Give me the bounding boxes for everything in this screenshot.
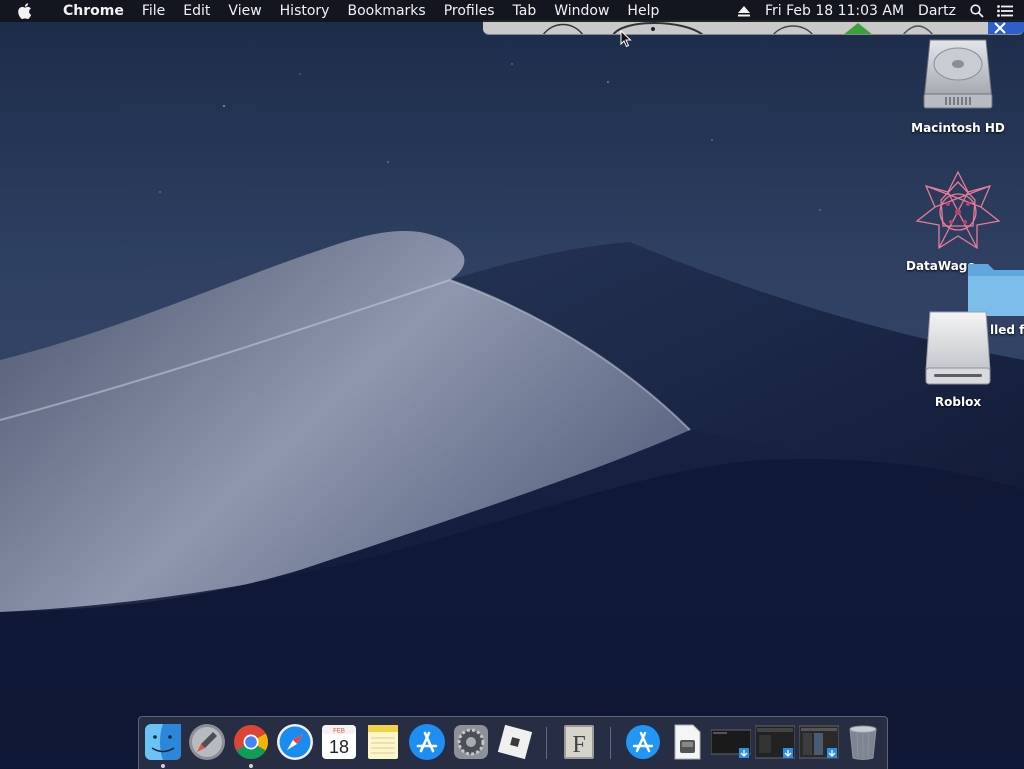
system-preferences-icon: [454, 725, 488, 759]
dock-running-indicator: [161, 764, 165, 768]
dock-document[interactable]: [667, 722, 707, 762]
dock-roblox[interactable]: [495, 722, 535, 762]
dock-app-store-download[interactable]: [623, 722, 663, 762]
desktop-icon-macintosh-hd[interactable]: Macintosh HD: [898, 34, 1018, 135]
datawagon-app-icon: [915, 170, 1001, 250]
notification-center-icon[interactable]: [996, 0, 1014, 22]
desktop-icon-roblox[interactable]: Roblox: [898, 310, 1018, 409]
dock-system-preferences[interactable]: [451, 722, 491, 762]
menu-history[interactable]: History: [271, 0, 339, 22]
mouse-pointer-icon: [620, 30, 632, 48]
font-book-icon: F: [564, 725, 594, 759]
eject-icon[interactable]: [735, 0, 753, 22]
menu-file[interactable]: File: [133, 0, 174, 22]
app-store-download-icon: [626, 725, 660, 759]
menu-app-chrome[interactable]: Chrome: [54, 0, 133, 22]
app-store-icon: [409, 724, 445, 760]
dock-screenshot-2[interactable]: [754, 722, 796, 762]
menu-tab[interactable]: Tab: [504, 0, 546, 22]
dock-app-store[interactable]: [407, 722, 447, 762]
menu-clock[interactable]: Fri Feb 18 11:03 AM: [758, 0, 911, 22]
menu-bar: Chrome File Edit View History Bookmarks …: [0, 0, 1024, 22]
screenshot-thumbnail-3-icon: [798, 725, 840, 759]
hard-drive-icon: [923, 39, 993, 109]
dock-running-indicator: [249, 764, 253, 768]
menu-bookmarks[interactable]: Bookmarks: [338, 0, 434, 22]
dock-screenshot-3[interactable]: [798, 722, 840, 762]
dock-finder[interactable]: [143, 722, 183, 762]
dock-trash[interactable]: [843, 722, 883, 762]
dock-font-book[interactable]: F: [559, 722, 599, 762]
finder-icon: [145, 724, 181, 760]
dock-separator: [546, 727, 547, 759]
dock-launchpad[interactable]: [187, 722, 227, 762]
screenshot-thumbnail-2-icon: [754, 725, 796, 759]
roblox-icon: [497, 724, 533, 760]
disk-image-icon: [925, 311, 991, 385]
dock-safari[interactable]: [275, 722, 315, 762]
apple-icon[interactable]: [18, 0, 38, 22]
dock: FEB 18 F: [138, 716, 888, 769]
dock-separator: [610, 727, 611, 759]
dock-chrome[interactable]: [231, 722, 271, 762]
dock-screenshot-1[interactable]: [710, 722, 752, 762]
desktop-icon-label: Roblox: [934, 395, 982, 409]
calendar-icon: FEB 18: [322, 725, 356, 759]
svg-text:18: 18: [329, 737, 349, 757]
menu-help[interactable]: Help: [618, 0, 668, 22]
dock-calendar[interactable]: FEB 18: [319, 722, 359, 762]
safari-icon: [277, 724, 313, 760]
menu-view[interactable]: View: [219, 0, 270, 22]
menu-window[interactable]: Window: [545, 0, 618, 22]
menu-user[interactable]: Dartz: [911, 0, 963, 22]
svg-text:F: F: [572, 732, 585, 758]
menu-profiles[interactable]: Profiles: [435, 0, 504, 22]
spotlight-search-icon[interactable]: [968, 0, 986, 22]
trash-icon: [849, 725, 877, 760]
menu-bar-status-area: Fri Feb 18 11:03 AM Dartz: [730, 0, 1024, 22]
menu-edit[interactable]: Edit: [174, 0, 219, 22]
chrome-icon: [234, 725, 268, 759]
svg-text:FEB: FEB: [333, 729, 345, 735]
background-window-edge[interactable]: [483, 20, 1024, 35]
desktop-icon-label: Macintosh HD: [911, 121, 1005, 135]
desktop-wallpaper: [0, 0, 1024, 768]
screenshot-thumbnail-1-icon: [710, 729, 752, 758]
dock-notes[interactable]: [363, 722, 403, 762]
document-icon: [674, 724, 701, 760]
notes-icon: [368, 725, 398, 759]
launchpad-icon: [189, 724, 225, 760]
